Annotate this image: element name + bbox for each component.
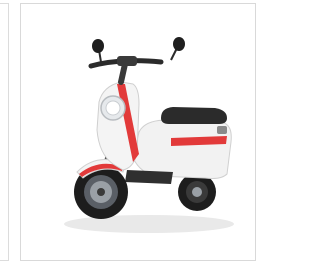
rear-body: [132, 119, 232, 179]
headlight: [100, 95, 126, 121]
floorboard: [125, 170, 173, 184]
seat: [161, 107, 227, 124]
previous-product-card-edge[interactable]: [0, 3, 9, 261]
scooter-illustration: [64, 37, 234, 233]
product-card[interactable]: [20, 3, 256, 261]
scooter-product-image[interactable]: [21, 4, 257, 262]
